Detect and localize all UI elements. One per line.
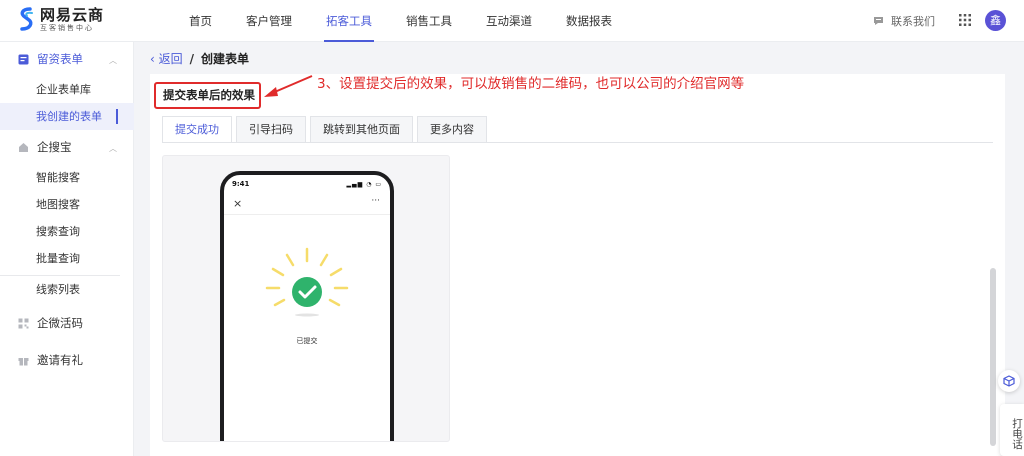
section-title: 提交表单后的效果 — [154, 82, 261, 109]
sidebar-item-smart-search[interactable]: 智能搜客 — [0, 164, 134, 191]
sidebar-group-company-search[interactable]: 企搜宝 ︿ — [0, 132, 134, 162]
back-label: 返回 — [158, 52, 183, 66]
home-icon — [19, 142, 28, 152]
cube-icon — [1003, 375, 1015, 387]
success-check-icon — [265, 247, 349, 317]
contact-us-label: 联系我们 — [891, 15, 935, 28]
phone-preview: 9:41 ▂▄▆ ◔ ▭ × ··· 已提交 — [162, 155, 450, 442]
phone-frame: 9:41 ▂▄▆ ◔ ▭ × ··· 已提交 — [220, 171, 394, 441]
qr-code-icon — [18, 318, 29, 328]
sidebar-group-wecom-code[interactable]: 企微活码 — [0, 308, 134, 338]
sidebar-group-label: 企搜宝 — [37, 140, 72, 154]
sidebar-group-invite-rewards[interactable]: 邀请有礼 — [0, 345, 134, 375]
annotation-arrow-icon — [264, 75, 313, 97]
more-icon[interactable]: ··· — [371, 196, 380, 206]
call-button[interactable]: 打电话 — [1000, 404, 1024, 456]
nav-customer-management[interactable]: 客户管理 — [229, 0, 309, 42]
sidebar-item-batch-query[interactable]: 批量查询 — [0, 245, 134, 272]
main-nav: 首页 客户管理 拓客工具 销售工具 互动渠道 数据报表 — [172, 0, 629, 42]
tab-underline — [162, 142, 993, 143]
chevron-up-icon: ︿ — [109, 56, 117, 65]
nav-data-reports[interactable]: 数据报表 — [549, 0, 629, 42]
tab-redirect-page[interactable]: 跳转到其他页面 — [310, 116, 413, 143]
back-link[interactable]: ‹ 返回 — [150, 50, 183, 67]
brand-subtitle: 互客销售中心 — [40, 24, 94, 32]
sidebar: 留资表单 ︿ 企业表单库 我创建的表单 企搜宝 ︿ 智能搜客 地图搜客 搜索查询… — [0, 42, 134, 456]
submitted-status: 已提交 — [296, 337, 318, 345]
app-grid-icon[interactable] — [958, 13, 972, 27]
close-icon[interactable]: × — [233, 197, 242, 210]
page-title: 创建表单 — [201, 52, 250, 66]
sidebar-group-lead-forms[interactable]: 留资表单 ︿ — [0, 44, 134, 74]
phone-time: 9:41 — [232, 180, 250, 188]
sidebar-group-label: 企微活码 — [37, 316, 83, 330]
nav-home[interactable]: 首页 — [172, 0, 229, 42]
chevron-up-icon: ︿ — [109, 144, 117, 153]
sidebar-group-label: 留资表单 — [37, 52, 83, 66]
sidebar-item-form-library[interactable]: 企业表单库 — [0, 76, 134, 103]
breadcrumb-separator: / — [189, 51, 195, 66]
sidebar-item-leads-list[interactable]: 线索列表 — [0, 276, 134, 303]
nav-interaction-channels[interactable]: 互动渠道 — [469, 0, 549, 42]
nav-prospecting-tools[interactable]: 拓客工具 — [309, 0, 389, 42]
user-avatar[interactable]: 鑫 — [985, 10, 1006, 31]
sidebar-group-label: 邀请有礼 — [37, 353, 83, 367]
float-cube-button[interactable] — [998, 370, 1020, 392]
phone-header-divider — [224, 214, 390, 215]
annotation-text: 3、设置提交后的效果，可以放销售的二维码，也可以公司的介绍官网等 — [317, 76, 745, 92]
sidebar-item-search-query[interactable]: 搜索查询 — [0, 218, 134, 245]
breadcrumb: ‹ 返回 / 创建表单 — [150, 50, 249, 67]
form-icon — [18, 54, 29, 64]
tab-submit-success[interactable]: 提交成功 — [162, 116, 232, 143]
nav-sales-tools[interactable]: 销售工具 — [389, 0, 469, 42]
sidebar-item-my-forms[interactable]: 我创建的表单 — [0, 103, 134, 130]
signal-wifi-battery-icon: ▂▄▆ ◔ ▭ — [346, 181, 382, 188]
top-navbar: 网易云商 互客销售中心 首页 客户管理 拓客工具 销售工具 互动渠道 数据报表 … — [0, 0, 1024, 42]
vertical-scrollbar[interactable] — [990, 268, 996, 446]
message-icon — [874, 17, 883, 25]
brand-logo[interactable]: 网易云商 互客销售中心 — [16, 6, 104, 33]
contact-us-button[interactable]: 联系我们 — [873, 13, 935, 29]
tab-guide-scan[interactable]: 引导扫码 — [236, 116, 306, 143]
brand-name: 网易云商 — [40, 6, 105, 24]
result-tabs: 提交成功 引导扫码 跳转到其他页面 更多内容 — [162, 116, 491, 143]
gift-icon — [18, 357, 29, 365]
sidebar-item-map-search[interactable]: 地图搜客 — [0, 191, 134, 218]
netease-logo-icon — [20, 6, 33, 31]
tab-more-content[interactable]: 更多内容 — [417, 116, 487, 143]
